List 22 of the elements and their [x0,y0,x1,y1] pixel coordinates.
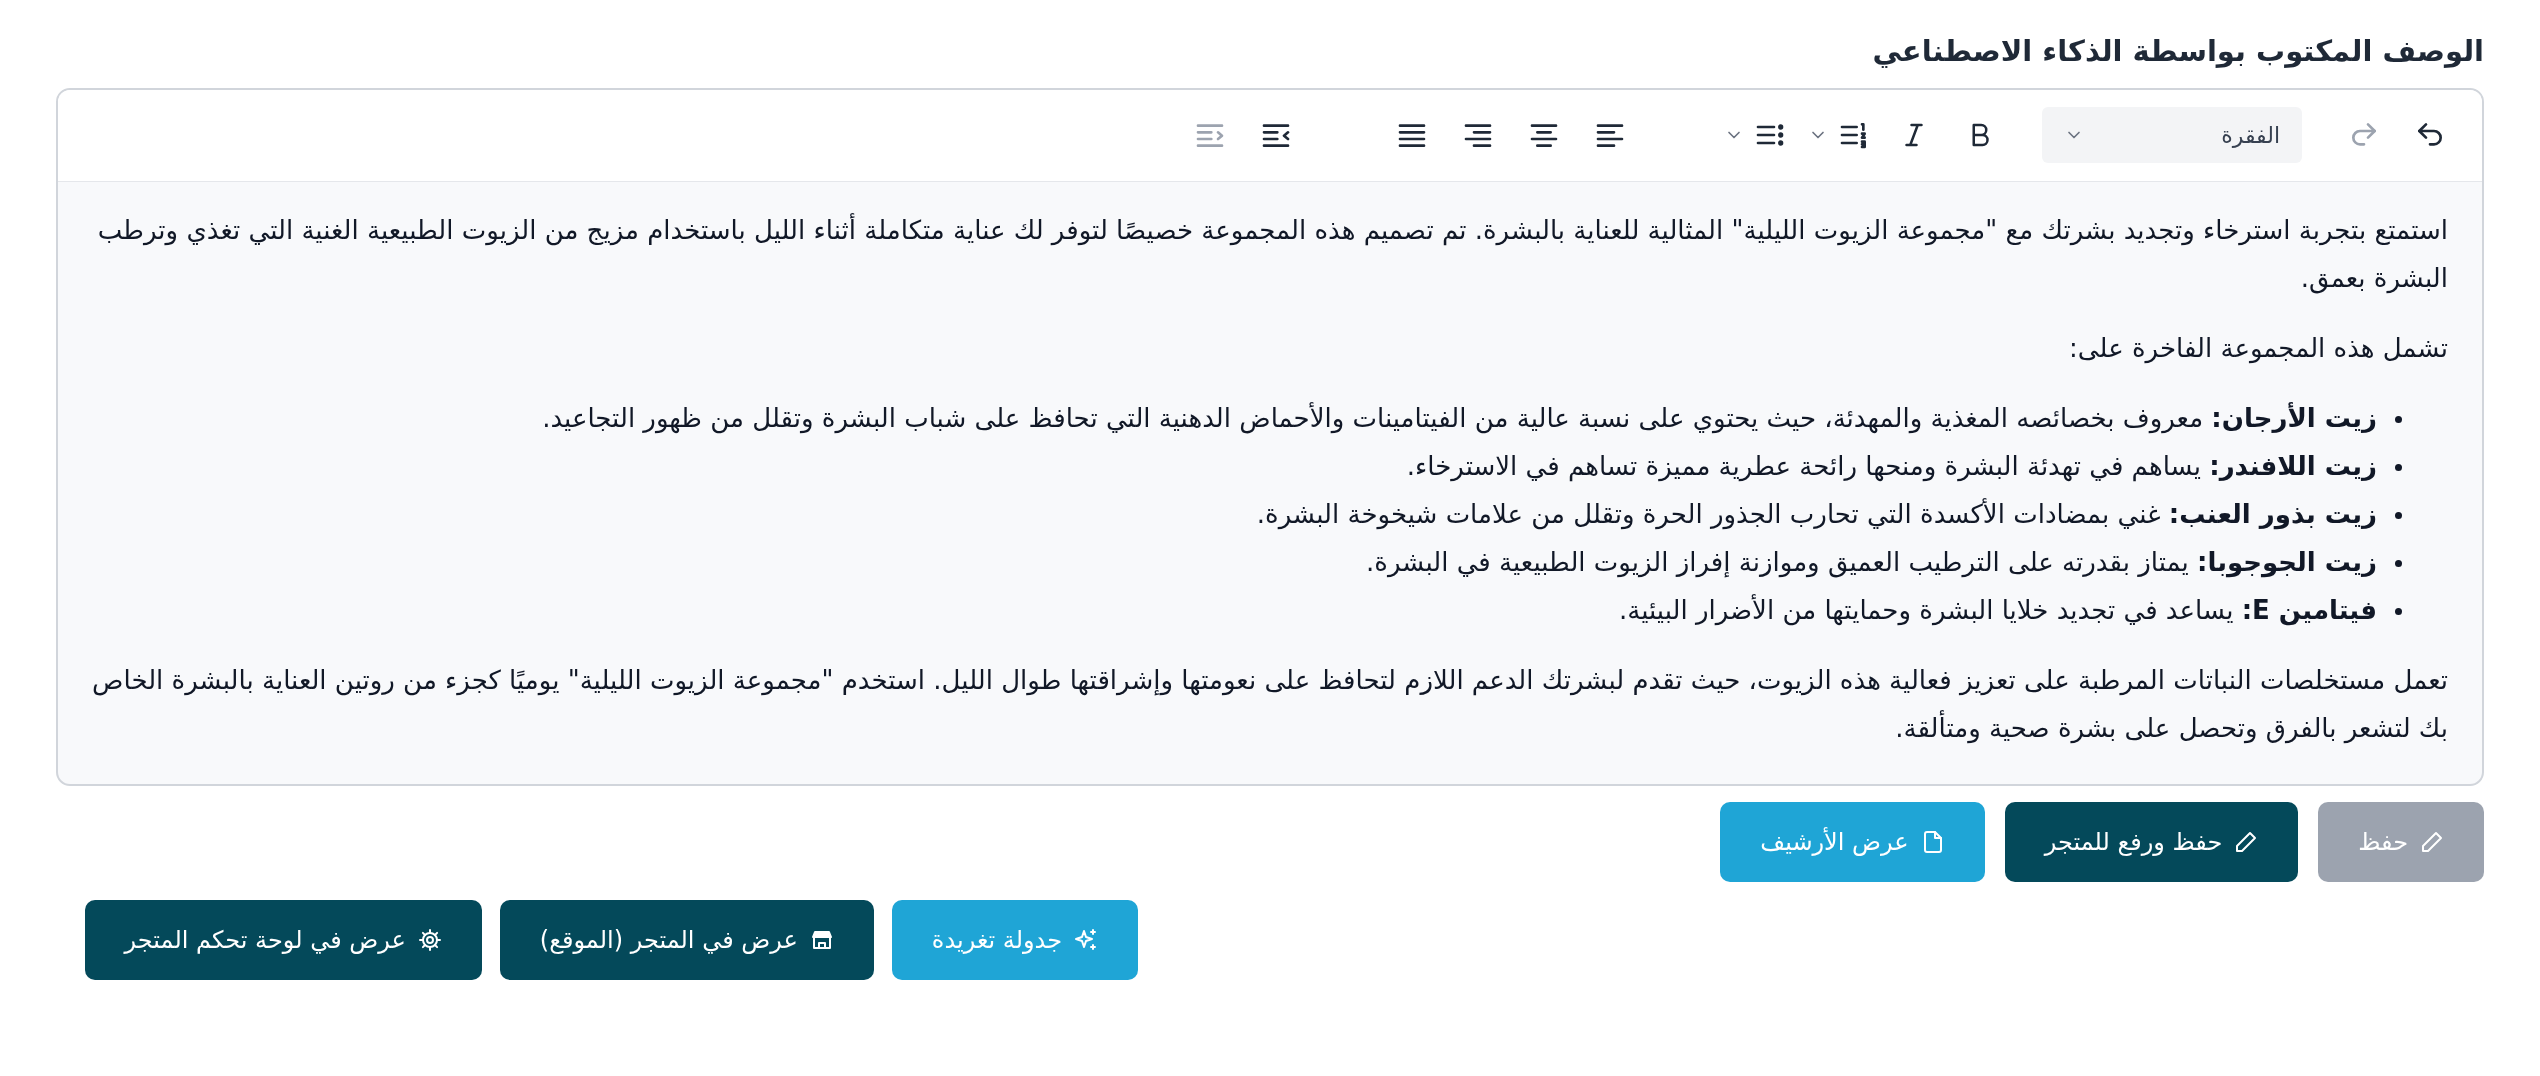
bullet-icon [2395,559,2402,567]
list-item: زيت اللافندر: يساهم في تهدئة البشرة ومنحها رائحة عطرية مميزة تساهم في الاسترخاء. [1406,449,2377,484]
paragraph: تعمل مستخلصات النباتات المرطبة على تعزيز فعالية هذه الزيوت، حيث تقدم لبشرتك الدعم اللازم لتحافظ على نعومتها وإشراقتها طوال الليل. استخدم "مجموعة الزيوت الليلية" يوميًا كجزء من روتين العناية بالبشرة الخاص بك لتشعر بالفرق وتحصل على بشرة صحية ومتألقة. [92,663,2448,746]
gear-icon [417,927,442,952]
action-button[interactable]: حفظ ورفع للمتجر [2004,801,2299,882]
paragraph: استمتع بتجربة استرخاء وتجديد بشرتك مع "مجموعة الزيوت الليلية" المثالية للعناية بالبشرة. تم تصميم هذه المجموعة خصيصًا لتوفر لك عناية متكاملة أثناء الليل باستخدام مزيج من الزيوت الطبيعية الغنية التي تغذي وترطب البشرة بعمق. [96,212,2448,296]
list-item: فيتامين E: يساعد في تجديد خلايا البشرة وحمايتها من الأضرار البيئية. [1618,593,2377,628]
list-item: زيت الجوجوبا: يمتاز بقدرته على الترطيب العميق وموازنة إفراز الزيوت الطبيعية في البشرة. [1366,545,2377,580]
section-title: الوصف المكتوب بواسطة الذكاء الاصطناعي [1872,33,2484,70]
bullet-icon [2395,415,2402,423]
paragraph-style-select[interactable]: الفقرة [2042,107,2302,163]
list-item: زيت الأرجان: معروف بخصائصه المغذية والمهدئة، حيث يحتوي على نسبة عالية من الفيتامينات والأحماض الدهنية التي تحافظ على شباب البشرة وتقلل من ظهور التجاعيد. [542,401,2377,436]
bullet-icon [2395,607,2402,615]
list-item: زيت بذور العنب: غني بمضادات الأكسدة التي تحارب الجذور الحرة وتقلل من علامات شيخوخة البشرة. [1256,497,2377,532]
paragraph: تشمل هذه المجموعة الفاخرة على: [2068,331,2448,366]
pencil-icon [2234,829,2259,854]
sparkles-icon [1074,927,1098,952]
bullet-icon [2395,511,2402,519]
pencil-icon [2420,829,2444,854]
bullet-icon [2395,463,2402,471]
action-button[interactable]: عرض في المتجر (الموقع) [499,899,874,980]
action-button[interactable]: عرض في لوحة تحكم المتجر [84,899,482,980]
